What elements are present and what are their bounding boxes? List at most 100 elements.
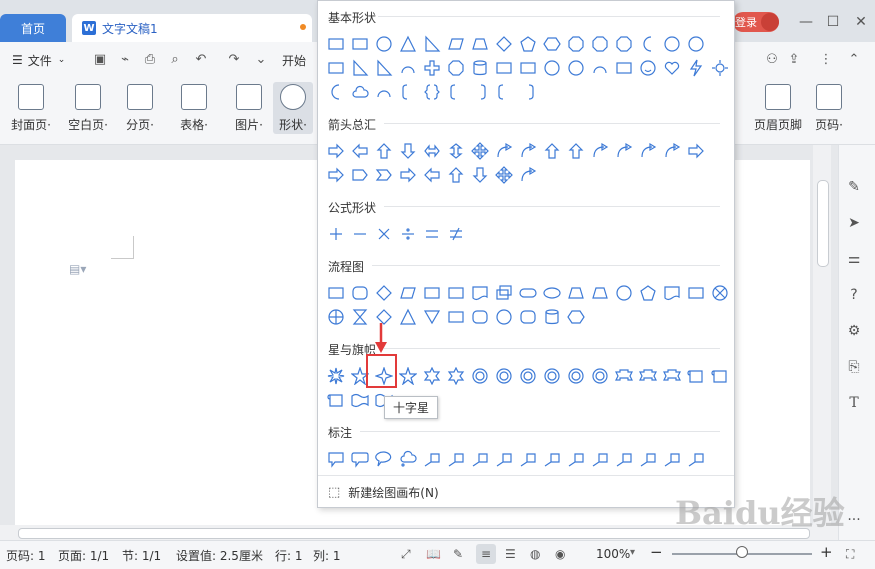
rect-shape-icon[interactable] (612, 56, 636, 80)
scroll-shape-icon[interactable] (324, 388, 348, 412)
round-shape-icon[interactable] (468, 305, 492, 329)
rect-shape-icon[interactable] (516, 56, 540, 80)
oct-shape-icon[interactable] (612, 32, 636, 56)
rect-shape-icon[interactable] (324, 32, 348, 56)
doc-shape-icon[interactable] (660, 281, 684, 305)
adown-shape-icon[interactable] (468, 163, 492, 187)
lineCall-shape-icon[interactable] (540, 447, 564, 471)
aup-shape-icon[interactable] (564, 139, 588, 163)
login-button[interactable]: 登录 (733, 12, 779, 32)
page-number-button[interactable]: 页码· (812, 82, 846, 134)
ribbon-shape-icon[interactable] (660, 364, 684, 388)
cross-shape-icon[interactable] (420, 56, 444, 80)
arc-shape-icon[interactable] (588, 56, 612, 80)
merge-shape-icon[interactable] (420, 305, 444, 329)
neq-shape-icon[interactable] (444, 222, 468, 246)
lineCall-shape-icon[interactable] (444, 447, 468, 471)
seal-shape-icon[interactable] (492, 364, 516, 388)
quad-shape-icon[interactable] (468, 139, 492, 163)
aup-shape-icon[interactable] (444, 163, 468, 187)
minimize-button[interactable]: — (797, 14, 815, 30)
circle-shape-icon[interactable] (492, 305, 516, 329)
close-button[interactable]: ✕ (852, 14, 870, 30)
alr-shape-icon[interactable] (420, 139, 444, 163)
scroll-shape-icon[interactable] (708, 364, 732, 388)
save-icon[interactable]: ▣ (92, 52, 108, 68)
curve-shape-icon[interactable] (516, 139, 540, 163)
rect-shape-icon[interactable] (444, 281, 468, 305)
moon-shape-icon[interactable] (636, 32, 660, 56)
aright-shape-icon[interactable] (396, 163, 420, 187)
seal-shape-icon[interactable] (516, 364, 540, 388)
text-tool-icon[interactable]: T (845, 394, 863, 412)
arc-shape-icon[interactable] (396, 56, 420, 80)
star5-shape-icon[interactable] (396, 364, 420, 388)
write-mode-icon[interactable]: ✎ (453, 547, 463, 561)
rect-shape-icon[interactable] (324, 56, 348, 80)
heart-shape-icon[interactable] (660, 56, 684, 80)
edit-pen-icon[interactable]: ✎ (845, 178, 863, 196)
seal-shape-icon[interactable] (564, 364, 588, 388)
wave-shape-icon[interactable] (348, 388, 372, 412)
zoom-dropdown-icon[interactable]: ▾ (630, 547, 635, 558)
print-icon[interactable]: ⎙ (142, 52, 158, 68)
header-footer-button[interactable]: 页眉页脚 (752, 82, 804, 134)
seal-shape-icon[interactable] (540, 364, 564, 388)
paragraph-icon[interactable]: ▤▾ (69, 262, 86, 276)
collapse-ribbon-icon[interactable]: ⌃ (846, 52, 862, 68)
circle-shape-icon[interactable] (540, 56, 564, 80)
ribbon-shape-icon[interactable] (636, 364, 660, 388)
read-mode-icon[interactable]: 📖 (426, 547, 441, 561)
smile-shape-icon[interactable] (636, 56, 660, 80)
adown-shape-icon[interactable] (396, 139, 420, 163)
curve-shape-icon[interactable] (636, 139, 660, 163)
share-icon[interactable]: ⇪ (786, 52, 802, 68)
scroll-shape-icon[interactable] (684, 364, 708, 388)
file-menu[interactable]: ☰ 文件 ⌄ (12, 50, 65, 70)
aleft-shape-icon[interactable] (420, 163, 444, 187)
status-pages[interactable]: 页面: 1/1 (58, 547, 109, 564)
eye-protect-icon[interactable]: ◉ (555, 547, 565, 561)
lineCall-shape-icon[interactable] (684, 447, 708, 471)
aud-shape-icon[interactable] (444, 139, 468, 163)
share-user-icon[interactable]: ⚇ (764, 52, 780, 68)
oct-shape-icon[interactable] (444, 56, 468, 80)
brR-shape-icon[interactable] (516, 80, 540, 104)
fit-window-icon[interactable]: ⛶ (846, 547, 854, 562)
oct-shape-icon[interactable] (564, 32, 588, 56)
diamond-shape-icon[interactable] (372, 281, 396, 305)
term-shape-icon[interactable] (516, 281, 540, 305)
aright-shape-icon[interactable] (324, 163, 348, 187)
round-shape-icon[interactable] (516, 305, 540, 329)
help-icon[interactable]: ? (845, 286, 863, 304)
hglass-shape-icon[interactable] (348, 305, 372, 329)
bolt-shape-icon[interactable] (684, 56, 708, 80)
hex-shape-icon[interactable] (540, 32, 564, 56)
brL-shape-icon[interactable] (492, 80, 516, 104)
curve-shape-icon[interactable] (660, 139, 684, 163)
trap-shape-icon[interactable] (588, 281, 612, 305)
tri-shape-icon[interactable] (396, 305, 420, 329)
star6-shape-icon[interactable] (444, 364, 468, 388)
rect-shape-icon[interactable] (444, 305, 468, 329)
orj-shape-icon[interactable] (324, 305, 348, 329)
burst-shape-icon[interactable] (324, 364, 348, 388)
lineCall-shape-icon[interactable] (420, 447, 444, 471)
zoom-slider-knob[interactable] (736, 546, 748, 558)
star6-shape-icon[interactable] (420, 364, 444, 388)
aup-shape-icon[interactable] (372, 139, 396, 163)
tab-document[interactable]: W 文字文稿1 (72, 14, 312, 42)
lineCall-shape-icon[interactable] (636, 447, 660, 471)
fullscreen-icon[interactable]: ⤢ (401, 547, 411, 562)
seal-shape-icon[interactable] (468, 364, 492, 388)
outline-view-icon[interactable]: ☰ (505, 547, 516, 561)
aright-shape-icon[interactable] (324, 139, 348, 163)
rect-shape-icon[interactable] (492, 56, 516, 80)
tab-home[interactable]: 首页 (0, 14, 66, 42)
lineCall-shape-icon[interactable] (612, 447, 636, 471)
curve-shape-icon[interactable] (612, 139, 636, 163)
rect-shape-icon[interactable] (348, 32, 372, 56)
vertical-scroll-thumb[interactable] (817, 180, 829, 267)
circle-shape-icon[interactable] (564, 56, 588, 80)
sun-shape-icon[interactable] (708, 56, 732, 80)
